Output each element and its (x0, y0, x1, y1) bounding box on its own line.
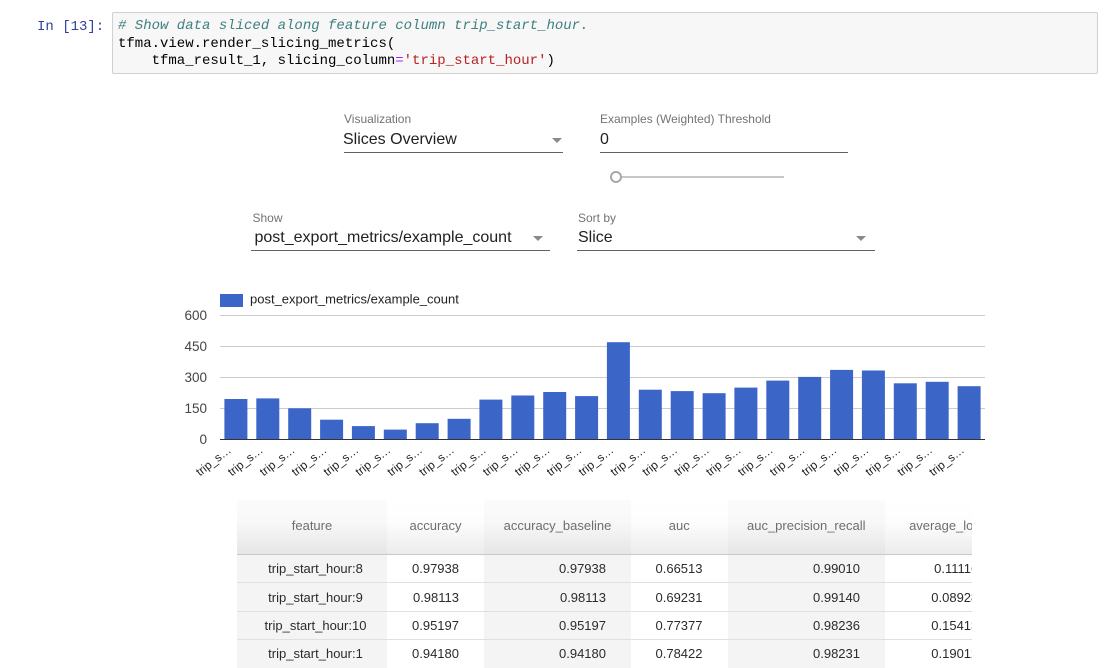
svg-text:post_export_metrics/example_co: post_export_metrics/example_count (250, 292, 459, 307)
svg-text:trip_s…: trip_s… (512, 443, 553, 479)
svg-text:trip_s…: trip_s… (544, 443, 585, 479)
svg-text:trip_s…: trip_s… (193, 443, 234, 479)
svg-text:trip_s…: trip_s… (289, 443, 330, 479)
svg-text:trip_s…: trip_s… (352, 443, 393, 479)
svg-text:trip_s…: trip_s… (416, 443, 457, 479)
svg-text:trip_s…: trip_s… (448, 443, 489, 479)
svg-text:trip_s…: trip_s… (321, 443, 362, 479)
svg-text:trip_s…: trip_s… (735, 443, 776, 479)
svg-text:trip_s…: trip_s… (926, 443, 967, 479)
svg-text:trip_s…: trip_s… (862, 443, 903, 479)
svg-text:0: 0 (199, 432, 207, 447)
svg-text:trip_s…: trip_s… (607, 443, 648, 479)
svg-text:trip_s…: trip_s… (831, 443, 872, 479)
svg-text:trip_s…: trip_s… (639, 443, 680, 479)
svg-text:trip_s…: trip_s… (257, 443, 298, 479)
svg-text:trip_s…: trip_s… (576, 443, 617, 479)
svg-text:trip_s…: trip_s… (894, 443, 935, 479)
svg-text:trip_s…: trip_s… (384, 443, 425, 479)
svg-text:600: 600 (184, 308, 207, 323)
svg-text:450: 450 (184, 339, 207, 354)
svg-text:trip_s…: trip_s… (480, 443, 521, 479)
svg-text:trip_s…: trip_s… (671, 443, 712, 479)
svg-text:trip_s…: trip_s… (767, 443, 808, 479)
svg-text:trip_s…: trip_s… (225, 443, 266, 479)
svg-text:150: 150 (184, 401, 207, 416)
svg-text:trip_s…: trip_s… (703, 443, 744, 479)
svg-text:trip_s…: trip_s… (799, 443, 840, 479)
svg-text:300: 300 (184, 370, 207, 385)
